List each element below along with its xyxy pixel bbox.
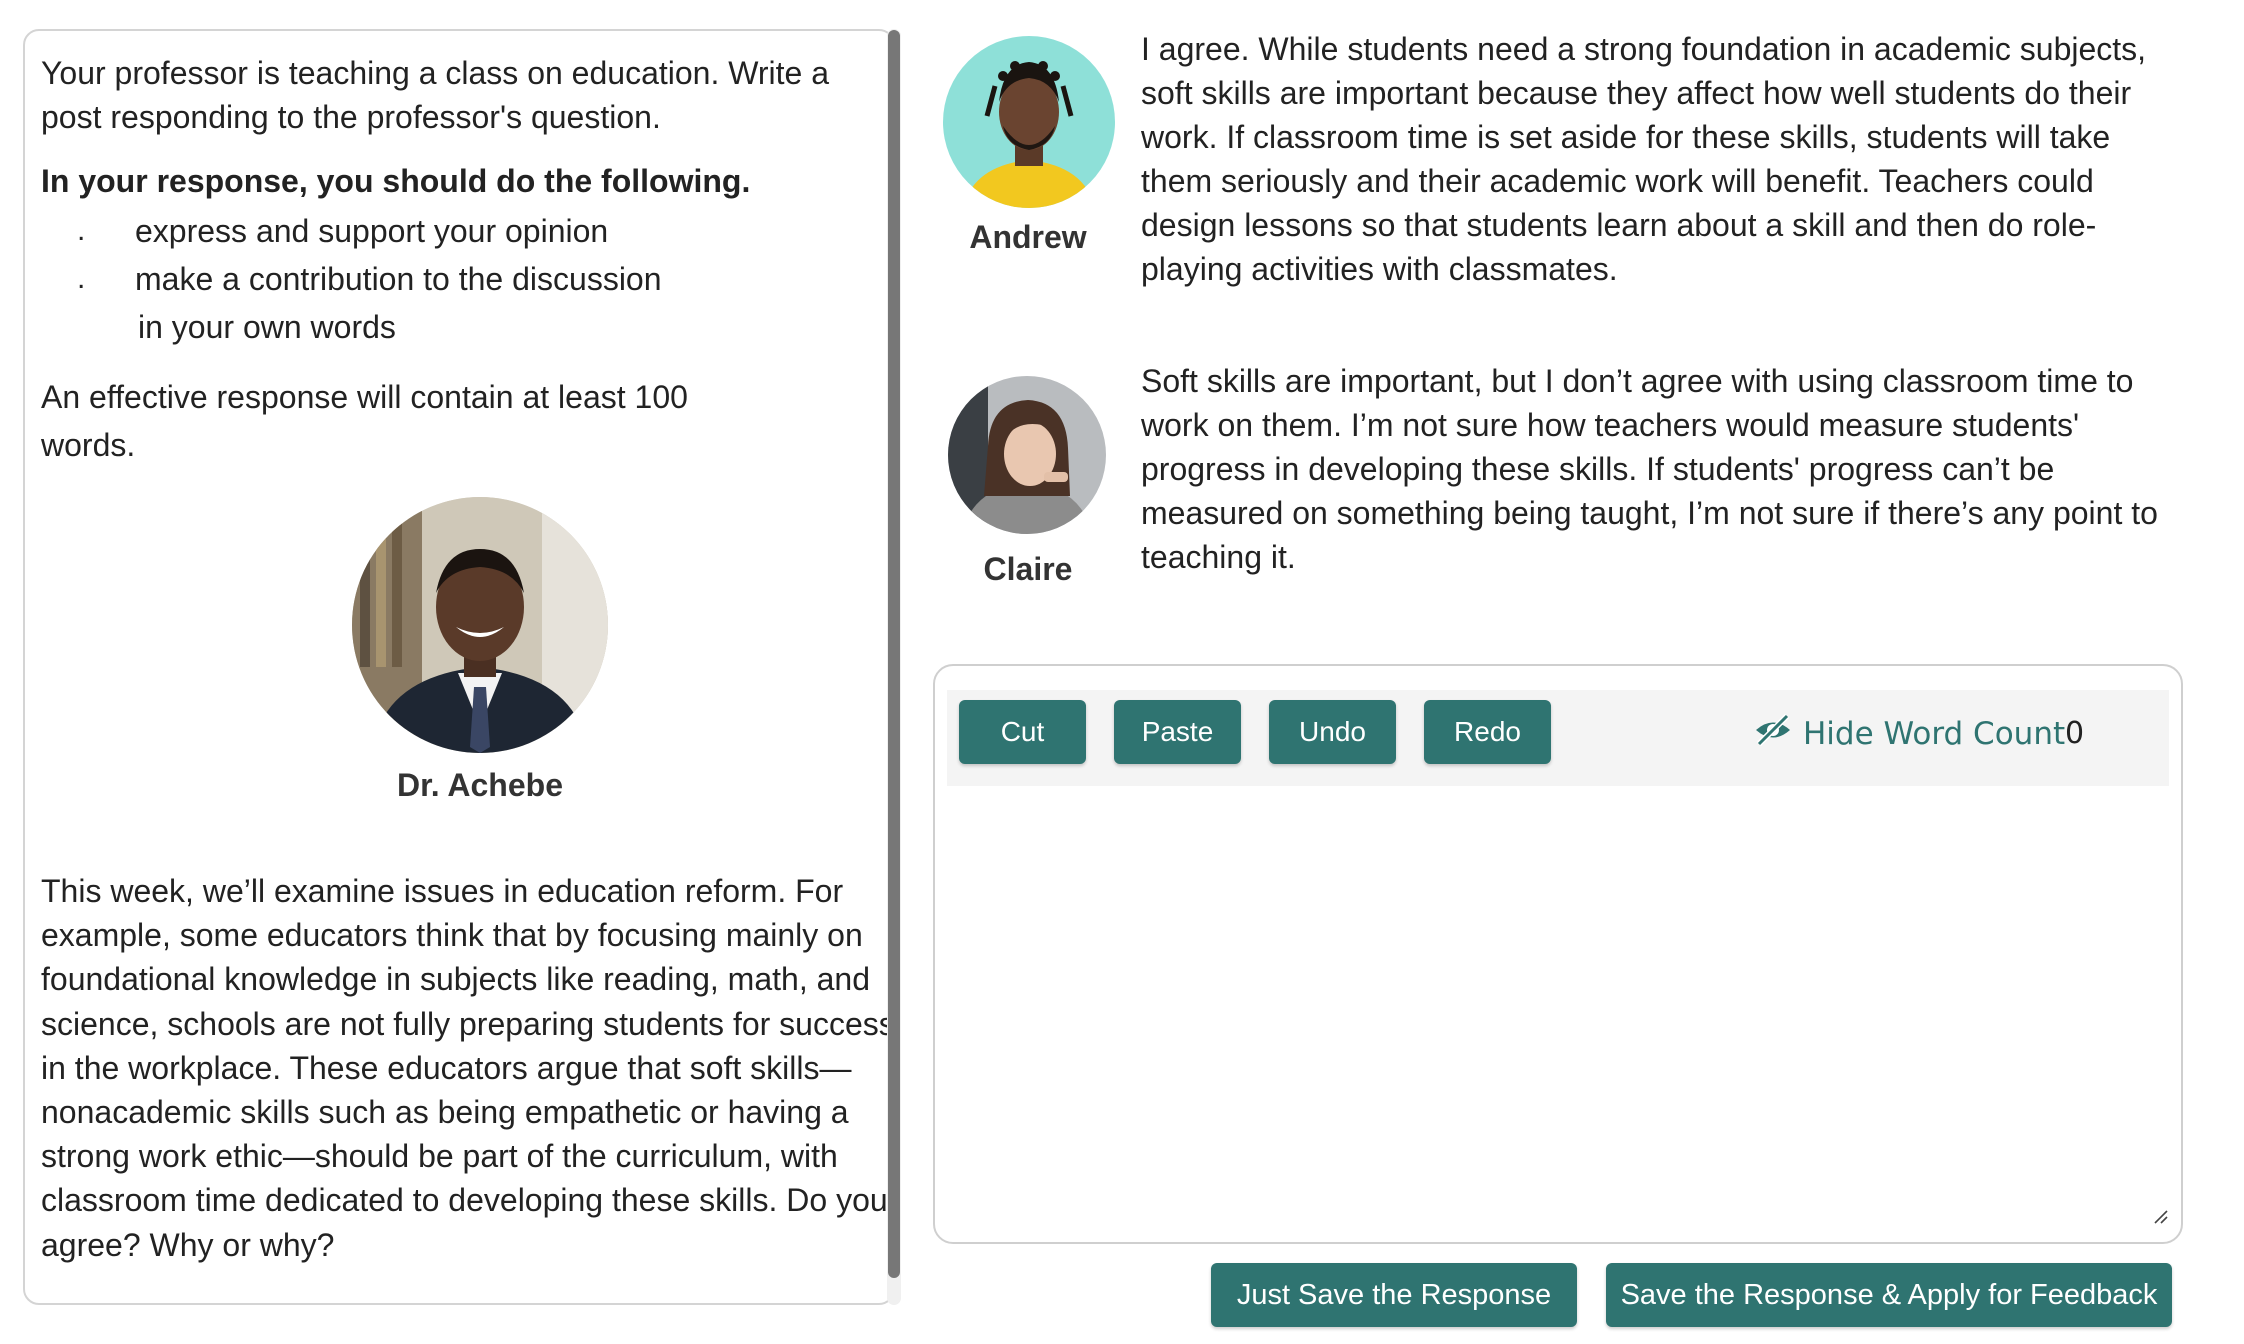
redo-button[interactable]: Redo <box>1424 700 1551 764</box>
resize-handle-icon[interactable] <box>2153 1209 2169 1230</box>
prompt-panel: Your professor is teaching a class on ed… <box>23 29 895 1305</box>
requirement-text: make a contribution to the discussion <box>135 261 662 297</box>
prompt-content: Your professor is teaching a class on ed… <box>41 51 887 469</box>
eye-slash-icon <box>1753 713 1803 755</box>
requirement-text: express and support your opinion <box>135 213 609 249</box>
prompt-intro: Your professor is teaching a class on ed… <box>41 55 829 135</box>
bullet-marker: . <box>77 214 86 247</box>
response-textarea[interactable] <box>949 792 2171 1226</box>
andrew-name: Andrew <box>969 219 1087 255</box>
requirement-item: . make a contribution to the discussion <box>41 255 887 303</box>
prompt-scrollbar-thumb[interactable] <box>888 30 900 1278</box>
just-save-button[interactable]: Just Save the Response <box>1211 1263 1577 1327</box>
claire-avatar <box>948 376 1106 534</box>
claire-post-text: Soft skills are important, but I don’t a… <box>1141 363 2158 575</box>
cut-button[interactable]: Cut <box>959 700 1086 764</box>
professor-avatar <box>352 497 608 753</box>
requirement-continuation: in your own words <box>138 309 396 345</box>
editor-toolbar: Cut Paste Undo Redo Hide Word Count 0 <box>947 690 2169 786</box>
bullet-marker: . <box>77 262 86 295</box>
professor-question: This week, we’ll examine issues in educa… <box>41 873 895 1263</box>
professor-card: Dr. Achebe <box>315 497 645 804</box>
hide-word-count-toggle[interactable]: Hide Word Count <box>1753 712 2065 756</box>
andrew-avatar <box>943 36 1115 208</box>
word-count-value: 0 <box>2065 716 2085 751</box>
undo-button[interactable]: Undo <box>1269 700 1396 764</box>
claire-name: Claire <box>983 551 1073 587</box>
response-editor: Cut Paste Undo Redo Hide Word Count 0 <box>933 664 2183 1244</box>
andrew-post-text: I agree. While students need a strong fo… <box>1141 31 2147 287</box>
requirement-item: . express and support your opinion <box>41 207 887 255</box>
requirements-title: In your response, you should do the foll… <box>41 163 751 199</box>
paste-button[interactable]: Paste <box>1114 700 1241 764</box>
hide-word-count-label: Hide Word Count <box>1803 716 2066 752</box>
save-and-feedback-button[interactable]: Save the Response & Apply for Feedback <box>1606 1263 2172 1327</box>
word-requirement-note: An effective response will contain at le… <box>41 379 688 463</box>
professor-name: Dr. Achebe <box>397 767 563 803</box>
